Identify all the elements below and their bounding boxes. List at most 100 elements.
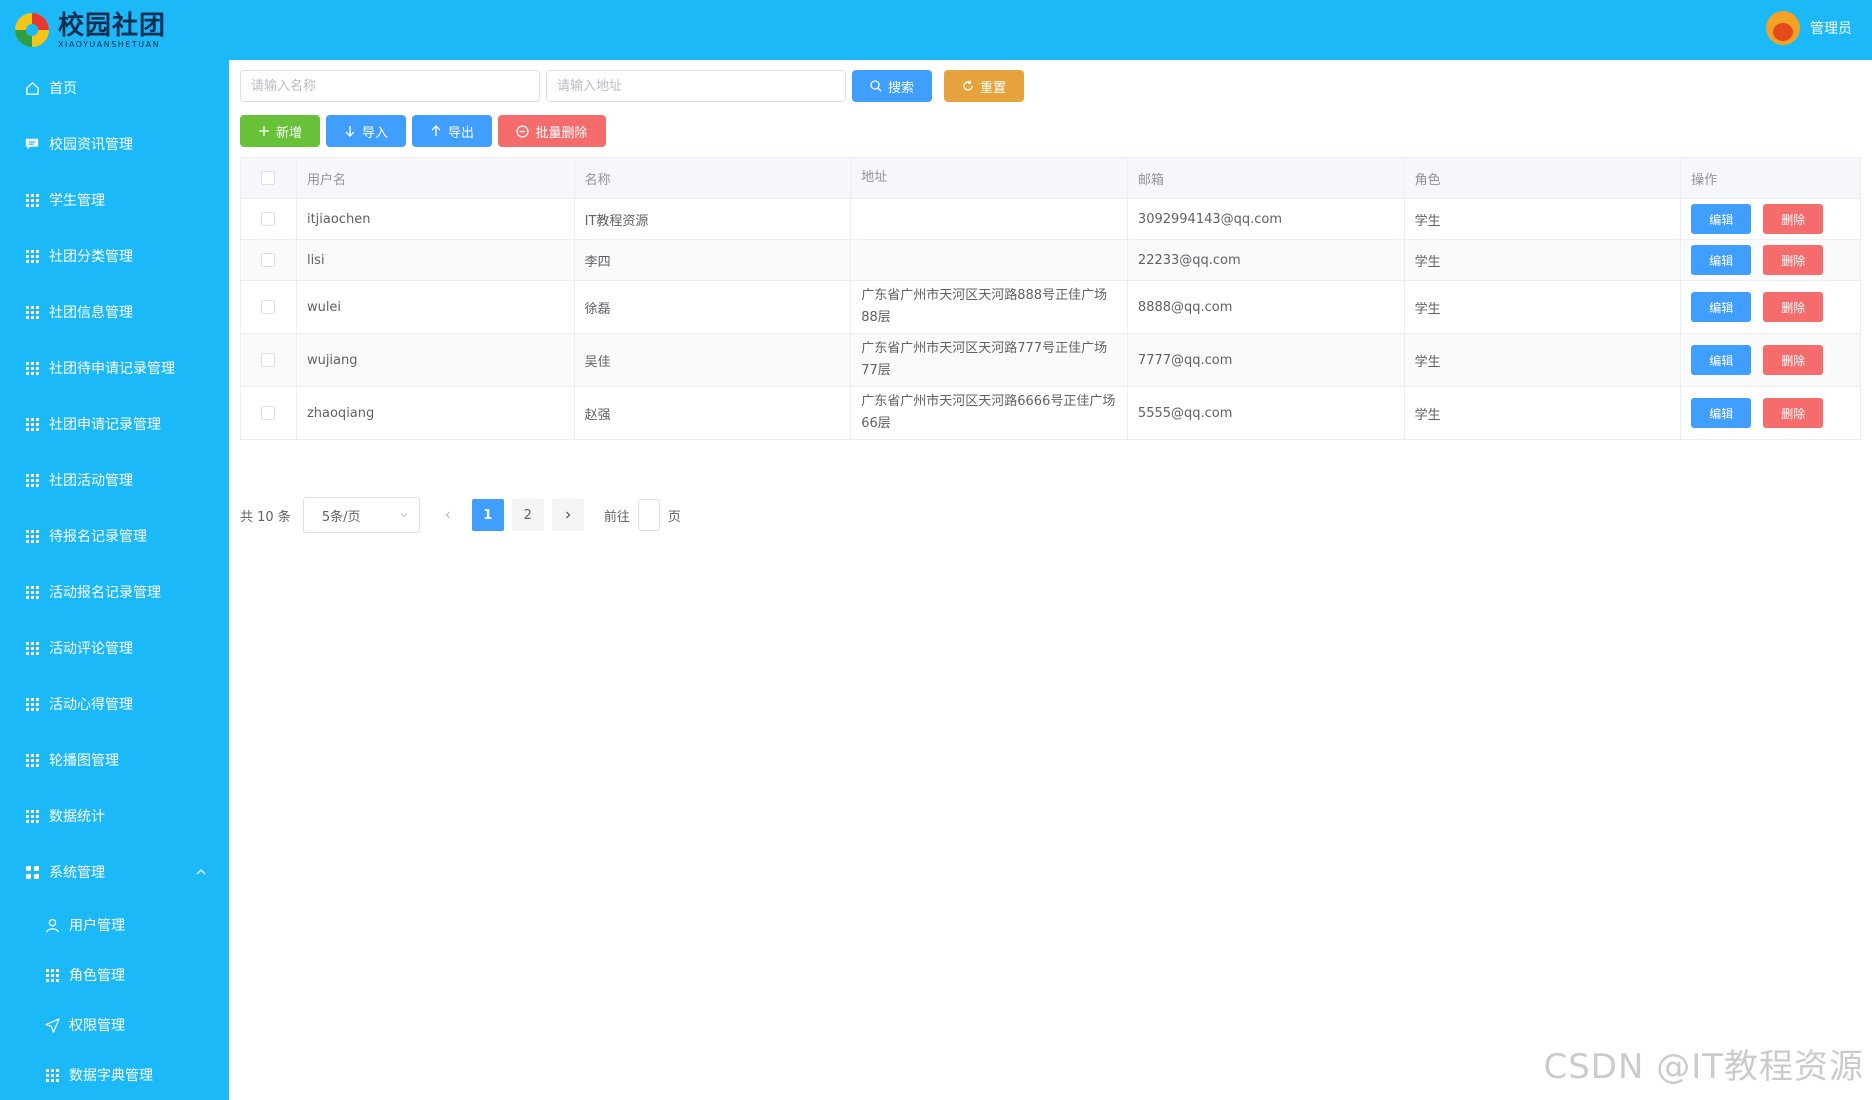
grid-icon (24, 640, 40, 656)
name-search-input[interactable] (240, 70, 540, 102)
import-button[interactable]: 导入 (326, 115, 406, 147)
user-icon (44, 917, 60, 933)
sidebar-item-activity-reflections[interactable]: 活动心得管理 (0, 676, 229, 732)
row-checkbox[interactable] (261, 253, 276, 267)
reset-button-label: 重置 (979, 80, 1006, 96)
batch-delete-button[interactable]: 批量删除 (498, 115, 606, 147)
sidebar-item-club-category[interactable]: 社团分类管理 (0, 228, 229, 284)
delete-button[interactable]: 删除 (1763, 292, 1824, 322)
sidebar-item-carousel[interactable]: 轮播图管理 (0, 732, 229, 788)
edit-button[interactable]: 编辑 (1691, 292, 1752, 322)
page-number-button[interactable]: 1 (471, 499, 504, 531)
sidebar-subitem-permissions[interactable]: 权限管理 (0, 1000, 229, 1050)
grid-icon (24, 360, 40, 376)
export-button[interactable]: 导出 (412, 115, 492, 147)
cell-email: 22233@qq.com (1128, 240, 1405, 280)
row-checkbox[interactable] (261, 212, 276, 226)
sidebar-item-label: 数据统计 (49, 809, 105, 825)
cell-email: 8888@qq.com (1128, 281, 1405, 333)
refresh-icon (963, 80, 973, 91)
add-button[interactable]: 新增 (240, 115, 320, 147)
goto-page-input[interactable] (637, 499, 660, 531)
page-number-button[interactable]: 2 (511, 499, 544, 531)
table-row[interactable]: lisi 李四 22233@qq.com 学生 编辑 删除 (241, 240, 1860, 281)
table-row[interactable]: wulei 徐磊 广东省广州市天河区天河路888号正佳广场88层 8888@qq… (241, 281, 1860, 334)
user-table: 用户名 名称 地址 邮箱 角色 操作 itjiaochen IT教程资源 309… (240, 157, 1861, 440)
select-all-checkbox[interactable] (261, 171, 276, 185)
sidebar-item-label: 社团分类管理 (49, 249, 133, 265)
plus-icon (258, 126, 269, 136)
edit-button[interactable]: 编辑 (1691, 398, 1752, 428)
delete-button[interactable]: 删除 (1763, 204, 1824, 234)
delete-button[interactable]: 删除 (1763, 345, 1824, 375)
sidebar-subitem-users[interactable]: 用户管理 (0, 900, 229, 950)
row-checkbox[interactable] (261, 353, 276, 367)
logo-title: 校园社团 (58, 10, 167, 41)
grid-icon (24, 416, 40, 432)
edit-button[interactable]: 编辑 (1691, 345, 1752, 375)
sidebar: 首页 校园资讯管理 学生管理 社团分类管理 社团信息管理 社团待申请记录管理 社… (0, 60, 229, 1100)
cell-role: 学生 (1405, 240, 1682, 280)
table-row[interactable]: wujiang 吴佳 广东省广州市天河区天河路777号正佳广场77层 7777@… (241, 334, 1860, 387)
avatar[interactable] (1766, 11, 1800, 45)
sidebar-item-students[interactable]: 学生管理 (0, 172, 229, 228)
table-row[interactable]: zhaoqiang 赵强 广东省广州市天河区天河路6666号正佳广场66层 55… (241, 387, 1860, 440)
grid-icon (24, 808, 40, 824)
pagination: 共 10 条 5条/页 1 2 前往 页 (240, 497, 681, 533)
search-button[interactable]: 搜索 (852, 70, 932, 102)
sidebar-item-club-info[interactable]: 社团信息管理 (0, 284, 229, 340)
table-row[interactable]: itjiaochen IT教程资源 3092994143@qq.com 学生 编… (241, 199, 1860, 240)
user-name[interactable]: 管理员 (1810, 18, 1852, 38)
edit-button[interactable]: 编辑 (1691, 204, 1752, 234)
grid-icon (24, 528, 40, 544)
sidebar-item-activity-signups[interactable]: 活动报名记录管理 (0, 564, 229, 620)
sidebar-item-home[interactable]: 首页 (0, 60, 229, 116)
prev-page-button[interactable] (431, 499, 464, 531)
sidebar-item-news[interactable]: 校园资讯管理 (0, 116, 229, 172)
sidebar-item-label: 权限管理 (69, 1018, 125, 1034)
sidebar-item-club-pending[interactable]: 社团待申请记录管理 (0, 340, 229, 396)
row-checkbox[interactable] (261, 406, 276, 420)
chevron-up-icon[interactable] (195, 866, 207, 882)
arrow-down-icon (345, 126, 355, 137)
toolbar: 新增 导入 导出 批量删除 (240, 115, 612, 147)
sidebar-subitem-roles[interactable]: 角色管理 (0, 950, 229, 1000)
cell-role: 学生 (1405, 334, 1682, 386)
next-page-button[interactable] (551, 499, 584, 531)
delete-button[interactable]: 删除 (1763, 245, 1824, 275)
page-jumper: 前往 页 (604, 499, 681, 531)
sidebar-item-label: 活动心得管理 (49, 697, 133, 713)
address-search-input[interactable] (546, 70, 846, 102)
row-checkbox[interactable] (261, 300, 276, 314)
sidebar-subitem-dictionary[interactable]: 数据字典管理 (0, 1050, 229, 1100)
cell-email: 3092994143@qq.com (1128, 199, 1405, 239)
sidebar-item-system[interactable]: 系统管理 (0, 844, 229, 900)
sidebar-item-club-applications[interactable]: 社团申请记录管理 (0, 396, 229, 452)
sidebar-item-statistics[interactable]: 数据统计 (0, 788, 229, 844)
logo[interactable]: 校园社团 XIAOYUANSHETUAN (12, 10, 166, 50)
column-header: 地址 (851, 158, 1128, 198)
reset-button[interactable]: 重置 (944, 70, 1024, 102)
watermark: CSDN @IT教程资源 (1543, 1047, 1864, 1087)
column-header: 用户名 (297, 158, 575, 198)
cell-email: 5555@qq.com (1128, 387, 1405, 439)
chevron-down-icon (400, 513, 408, 518)
sidebar-item-label: 数据字典管理 (69, 1068, 153, 1084)
sidebar-item-label: 社团信息管理 (49, 305, 133, 321)
sidebar-item-activity-comments[interactable]: 活动评论管理 (0, 620, 229, 676)
sidebar-item-label: 系统管理 (49, 865, 105, 881)
batch-delete-button-label: 批量删除 (535, 125, 588, 141)
home-icon (24, 80, 40, 96)
delete-button[interactable]: 删除 (1763, 398, 1824, 428)
sidebar-item-label: 用户管理 (69, 918, 125, 934)
user-menu[interactable]: 管理员 (1766, 11, 1852, 45)
page-size-value: 5条/页 (321, 509, 361, 525)
sidebar-item-pending-signups[interactable]: 待报名记录管理 (0, 508, 229, 564)
grid-icon (24, 304, 40, 320)
sidebar-item-label: 轮播图管理 (49, 753, 119, 769)
grid-icon (24, 752, 40, 768)
edit-button[interactable]: 编辑 (1691, 245, 1752, 275)
sidebar-item-label: 学生管理 (49, 193, 105, 209)
sidebar-item-club-activities[interactable]: 社团活动管理 (0, 452, 229, 508)
page-size-select[interactable]: 5条/页 (302, 497, 420, 533)
